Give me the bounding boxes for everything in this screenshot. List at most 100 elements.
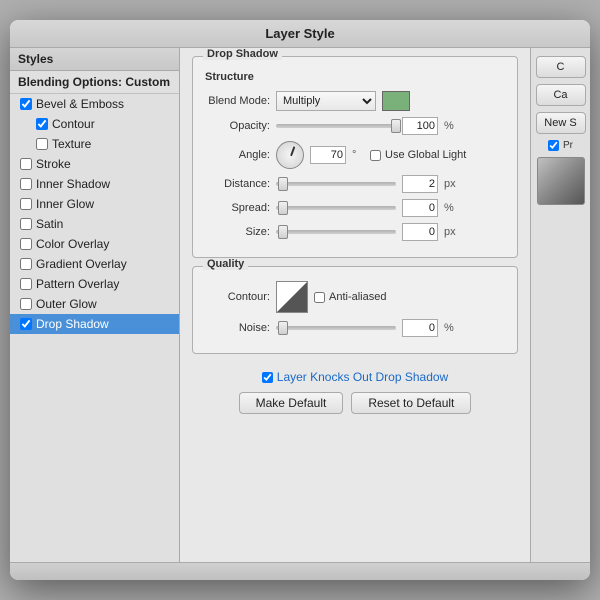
blend-mode-label: Blend Mode: [205,95,270,107]
dialog-bottom-bar [10,562,590,580]
sidebar-item-gradient-overlay[interactable]: Gradient Overlay [10,254,179,274]
gradient-overlay-label: Gradient Overlay [36,257,127,271]
gradient-overlay-checkbox[interactable] [20,258,32,270]
quality-section: Quality Contour: Anti-aliased [192,266,518,354]
anti-alias-label[interactable]: Anti-aliased [314,291,386,303]
drop-shadow-title: Drop Shadow [203,48,282,60]
satin-label: Satin [36,217,63,231]
angle-input[interactable] [310,146,346,164]
texture-label: Texture [52,137,91,151]
inner-shadow-checkbox[interactable] [20,178,32,190]
make-default-button[interactable]: Make Default [239,392,344,414]
inner-glow-checkbox[interactable] [20,198,32,210]
preview-label[interactable]: Pr [548,140,573,151]
opacity-row: Opacity: % [205,117,505,135]
spread-label: Spread: [205,202,270,214]
sidebar-item-satin[interactable]: Satin [10,214,179,234]
noise-unit: % [444,322,456,334]
ok-button[interactable]: C [536,56,586,78]
pattern-overlay-checkbox[interactable] [20,278,32,290]
stroke-checkbox[interactable] [20,158,32,170]
contour-label: Contour [52,117,95,131]
distance-slider[interactable] [276,182,396,186]
opacity-unit: % [444,120,456,132]
dialog-title: Layer Style [10,20,590,48]
drop-shadow-checkbox[interactable] [20,318,32,330]
drop-shadow-section: Drop Shadow Structure Blend Mode: Multip… [192,56,518,258]
sidebar-item-color-overlay[interactable]: Color Overlay [10,234,179,254]
size-row: Size: px [205,223,505,241]
preview-checkbox[interactable] [548,140,559,151]
bottom-area: Layer Knocks Out Drop Shadow Make Defaul… [192,362,518,418]
opacity-slider[interactable] [276,124,396,128]
sidebar-item-drop-shadow[interactable]: Drop Shadow [10,314,179,334]
contour-checkbox[interactable] [36,118,48,130]
color-overlay-checkbox[interactable] [20,238,32,250]
angle-label: Angle: [205,149,270,161]
use-global-light-label[interactable]: Use Global Light [370,149,466,161]
noise-slider[interactable] [276,326,396,330]
cancel-button[interactable]: Ca [536,84,586,106]
angle-dial[interactable] [276,141,304,169]
anti-alias-checkbox[interactable] [314,292,325,303]
sidebar-item-contour[interactable]: Contour [10,114,179,134]
texture-checkbox[interactable] [36,138,48,150]
size-slider[interactable] [276,230,396,234]
preview-text: Pr [563,140,573,151]
outer-glow-checkbox[interactable] [20,298,32,310]
inner-shadow-label: Inner Shadow [36,177,110,191]
layer-knocks-label: Layer Knocks Out Drop Shadow [277,370,448,384]
use-global-light-text: Use Global Light [385,149,466,161]
angle-row: Angle: ° Use Global Light [205,141,505,169]
blend-mode-select[interactable]: Multiply [276,91,376,111]
size-label: Size: [205,226,270,238]
use-global-light-checkbox[interactable] [370,150,381,161]
blending-options-item[interactable]: Blending Options: Custom [10,71,179,94]
action-buttons: Make Default Reset to Default [192,392,518,414]
distance-row: Distance: px [205,175,505,193]
sidebar-item-inner-glow[interactable]: Inner Glow [10,194,179,214]
sidebar-item-inner-shadow[interactable]: Inner Shadow [10,174,179,194]
shadow-color-swatch[interactable] [382,91,410,111]
stroke-label: Stroke [36,157,71,171]
spread-unit: % [444,202,456,214]
new-style-button[interactable]: New S [536,112,586,134]
bevel-emboss-checkbox[interactable] [20,98,32,110]
noise-label: Noise: [205,322,270,334]
size-input[interactable] [402,223,438,241]
sidebar-item-pattern-overlay[interactable]: Pattern Overlay [10,274,179,294]
layer-knocks-row: Layer Knocks Out Drop Shadow [192,370,518,384]
outer-glow-label: Outer Glow [36,297,97,311]
middle-panel: Drop Shadow Structure Blend Mode: Multip… [180,48,530,562]
sidebar-item-bevel-emboss[interactable]: Bevel & Emboss [10,94,179,114]
preview-box [537,157,585,205]
bevel-emboss-label: Bevel & Emboss [36,97,124,111]
opacity-label: Opacity: [205,120,270,132]
spread-slider[interactable] [276,206,396,210]
contour-label: Contour: [205,291,270,303]
distance-unit: px [444,178,456,190]
layer-style-dialog: Layer Style Styles Blending Options: Cus… [10,20,590,580]
left-panel: Styles Blending Options: Custom Bevel & … [10,48,180,562]
spread-input[interactable] [402,199,438,217]
drop-shadow-label: Drop Shadow [36,317,109,331]
color-overlay-label: Color Overlay [36,237,109,251]
satin-checkbox[interactable] [20,218,32,230]
reset-to-default-button[interactable]: Reset to Default [351,392,471,414]
preview-container: Pr [537,140,585,205]
right-panel: C Ca New S Pr [530,48,590,562]
opacity-input[interactable] [402,117,438,135]
sidebar-item-outer-glow[interactable]: Outer Glow [10,294,179,314]
noise-input[interactable] [402,319,438,337]
anti-alias-text: Anti-aliased [329,291,386,303]
blend-mode-row: Blend Mode: Multiply [205,91,505,111]
sidebar-item-stroke[interactable]: Stroke [10,154,179,174]
distance-label: Distance: [205,178,270,190]
contour-preview[interactable] [276,281,308,313]
sidebar-item-texture[interactable]: Texture [10,134,179,154]
noise-row: Noise: % [205,319,505,337]
spread-row: Spread: % [205,199,505,217]
distance-input[interactable] [402,175,438,193]
inner-glow-label: Inner Glow [36,197,94,211]
layer-knocks-checkbox[interactable] [262,372,273,383]
